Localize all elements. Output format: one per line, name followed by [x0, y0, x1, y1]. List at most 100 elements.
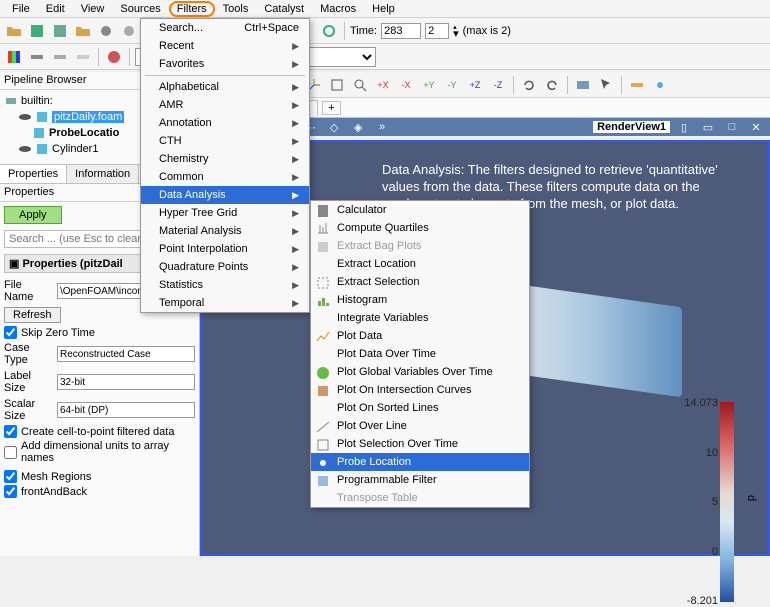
- menu-sources[interactable]: Sources: [112, 1, 168, 17]
- menu-help[interactable]: Help: [364, 1, 403, 17]
- save-data-icon[interactable]: [50, 21, 70, 41]
- time-value-input[interactable]: [381, 23, 421, 39]
- open-icon[interactable]: [4, 21, 24, 41]
- rv-select-poly-icon[interactable]: ◇: [324, 117, 344, 137]
- camera-reset-icon[interactable]: [327, 75, 347, 95]
- close-view-icon[interactable]: ✕: [746, 117, 766, 137]
- menu-alphabetical[interactable]: Alphabetical▶: [141, 78, 309, 96]
- rv-hover-icon[interactable]: ◈: [348, 117, 368, 137]
- cell-to-point-label: Create cell-to-point filtered data: [21, 426, 174, 438]
- sub-plot-data-time[interactable]: Plot Data Over Time: [311, 345, 529, 363]
- sub-bagplots: Extract Bag Plots: [311, 237, 529, 255]
- menu-hypertree[interactable]: Hyper Tree Grid▶: [141, 204, 309, 222]
- skip-zero-label: Skip Zero Time: [21, 327, 95, 339]
- time-frame-input[interactable]: [425, 23, 449, 39]
- menu-amr[interactable]: AMR▶: [141, 96, 309, 114]
- rotate-ccw-icon[interactable]: [542, 75, 562, 95]
- sub-plot-intersect[interactable]: Plot On Intersection Curves: [311, 381, 529, 399]
- apply-button[interactable]: Apply: [4, 206, 62, 224]
- menu-statistics[interactable]: Statistics▶: [141, 276, 309, 294]
- menu-annotation[interactable]: Annotation▶: [141, 114, 309, 132]
- rotate-cw-icon[interactable]: [519, 75, 539, 95]
- menu-favorites[interactable]: Favorites▶: [141, 55, 309, 73]
- menu-view[interactable]: View: [73, 1, 113, 17]
- line-icon: [315, 419, 331, 435]
- rescale-custom-icon[interactable]: [50, 47, 70, 67]
- py-icon[interactable]: +Y: [419, 75, 439, 95]
- label-size-input[interactable]: [57, 374, 195, 390]
- menu-material[interactable]: Material Analysis▶: [141, 222, 309, 240]
- disconnect-icon[interactable]: [119, 21, 139, 41]
- sub-plot-sorted[interactable]: Plot On Sorted Lines: [311, 399, 529, 417]
- frontback-label: frontAndBack: [21, 486, 87, 498]
- refresh-button[interactable]: Refresh: [4, 307, 61, 323]
- histogram-icon: [315, 293, 331, 309]
- probe-icon[interactable]: [650, 75, 670, 95]
- add-dim-label: Add dimensional units to array names: [21, 440, 195, 464]
- rescale-visible-icon[interactable]: [73, 47, 93, 67]
- sub-plot-line[interactable]: Plot Over Line: [311, 417, 529, 435]
- frontback-checkbox[interactable]: [4, 485, 17, 498]
- my-icon[interactable]: -Y: [442, 75, 462, 95]
- sub-histogram[interactable]: Histogram: [311, 291, 529, 309]
- rescale-icon[interactable]: [27, 47, 47, 67]
- scalar-size-label: Scalar Size: [4, 398, 53, 422]
- sub-plot-data[interactable]: Plot Data: [311, 327, 529, 345]
- menu-catalyst[interactable]: Catalyst: [256, 1, 312, 17]
- mesh-regions-checkbox[interactable]: [4, 470, 17, 483]
- menu-file[interactable]: File: [4, 1, 38, 17]
- menu-tools[interactable]: Tools: [215, 1, 257, 17]
- color-legend[interactable]: [720, 402, 734, 602]
- menu-pointinterp[interactable]: Point Interpolation▶: [141, 240, 309, 258]
- scalar-size-input[interactable]: [57, 402, 195, 418]
- folder-icon[interactable]: [73, 21, 93, 41]
- bagplot-icon: [315, 239, 331, 255]
- sub-integrate[interactable]: Integrate Variables: [311, 309, 529, 327]
- menu-common[interactable]: Common▶: [141, 168, 309, 186]
- skip-zero-checkbox[interactable]: [4, 326, 17, 339]
- zoom-icon[interactable]: [350, 75, 370, 95]
- screenshot-icon[interactable]: [573, 75, 593, 95]
- pz-icon[interactable]: +Z: [465, 75, 485, 95]
- menu-data-analysis[interactable]: Data Analysis▶: [141, 186, 309, 204]
- menu-edit[interactable]: Edit: [38, 1, 73, 17]
- color-by-icon[interactable]: [4, 47, 24, 67]
- menu-quadrature[interactable]: Quadrature Points▶: [141, 258, 309, 276]
- rv-more-icon[interactable]: »: [372, 117, 392, 137]
- sub-plot-global[interactable]: Plot Global Variables Over Time: [311, 363, 529, 381]
- eye-icon[interactable]: [18, 110, 32, 124]
- edit-colormap-icon[interactable]: [104, 47, 124, 67]
- menu-cth[interactable]: CTH▶: [141, 132, 309, 150]
- cell-to-point-checkbox[interactable]: [4, 425, 17, 438]
- eye-icon[interactable]: [18, 142, 32, 156]
- menu-temporal[interactable]: Temporal▶: [141, 294, 309, 312]
- case-type-input[interactable]: [57, 346, 195, 362]
- save-icon[interactable]: [27, 21, 47, 41]
- connect-icon[interactable]: [96, 21, 116, 41]
- tab-information[interactable]: Information: [67, 165, 139, 183]
- menu-search[interactable]: Search...Ctrl+Space: [141, 19, 309, 37]
- add-tab-button[interactable]: +: [322, 101, 340, 115]
- split-h-icon[interactable]: ▯: [674, 117, 694, 137]
- sub-programmable[interactable]: Programmable Filter: [311, 471, 529, 489]
- sub-calculator[interactable]: Calculator: [311, 201, 529, 219]
- menu-filters[interactable]: Filters: [169, 1, 215, 17]
- px-icon[interactable]: +X: [373, 75, 393, 95]
- menu-recent[interactable]: Recent▶: [141, 37, 309, 55]
- split-v-icon[interactable]: ▭: [698, 117, 718, 137]
- sub-extract-selection[interactable]: Extract Selection: [311, 273, 529, 291]
- add-dim-checkbox[interactable]: [4, 446, 17, 459]
- menu-macros[interactable]: Macros: [312, 1, 364, 17]
- ruler-icon[interactable]: [627, 75, 647, 95]
- select-icon[interactable]: [596, 75, 616, 95]
- sub-plot-sel-time[interactable]: Plot Selection Over Time: [311, 435, 529, 453]
- mx-icon[interactable]: -X: [396, 75, 416, 95]
- sub-quartiles[interactable]: Compute Quartiles: [311, 219, 529, 237]
- tab-properties[interactable]: Properties: [0, 165, 67, 183]
- vcr-loop-icon[interactable]: [319, 21, 339, 41]
- menu-chemistry[interactable]: Chemistry▶: [141, 150, 309, 168]
- sub-extract-location[interactable]: Extract Location: [311, 255, 529, 273]
- sub-probe-location[interactable]: Probe Location: [311, 453, 529, 471]
- mz-icon[interactable]: -Z: [488, 75, 508, 95]
- maximize-icon[interactable]: □: [722, 117, 742, 137]
